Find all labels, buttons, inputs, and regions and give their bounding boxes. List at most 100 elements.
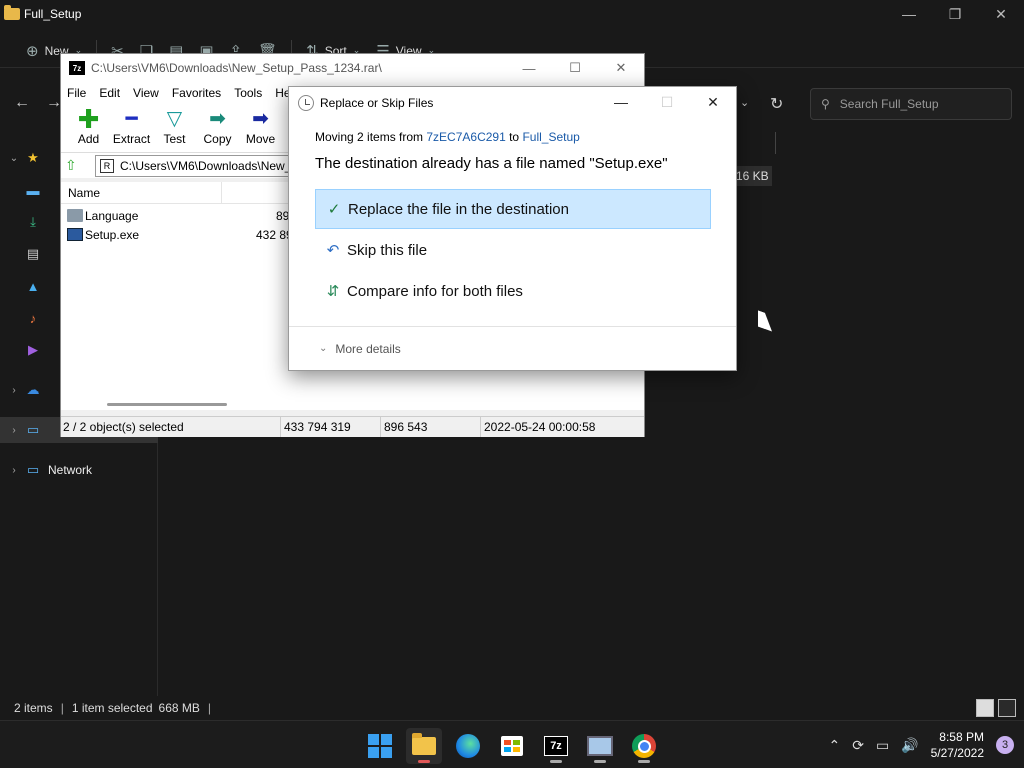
sevenzip-statusbar: 2 / 2 object(s) selected 433 794 319 896… — [61, 416, 644, 437]
sevenzip-app-icon: 7z — [544, 736, 568, 756]
folder-icon — [4, 5, 20, 20]
skip-file-option[interactable]: ↶ Skip this file — [315, 230, 711, 270]
folder-icon — [412, 733, 436, 755]
store-icon — [501, 736, 523, 756]
file-size-cell: 16 KB — [736, 166, 772, 186]
tiles-view-button[interactable] — [998, 699, 1016, 717]
replace-or-skip-dialog: Replace or Skip Files — ☐ ✕ Moving 2 ite… — [288, 86, 737, 371]
menu-tools[interactable]: Tools — [234, 86, 262, 100]
test-button[interactable]: ▽ Test — [153, 104, 196, 146]
taskbar-7zip[interactable]: 7z — [538, 728, 574, 764]
replace-file-option[interactable]: ✓ Replace the file in the destination — [315, 189, 711, 229]
close-button[interactable]: ✕ — [598, 54, 644, 82]
download-icon: ⤓ — [30, 214, 36, 229]
close-button[interactable]: ✕ — [690, 87, 736, 117]
sidebar-item-network[interactable]: › ▭ Network — [0, 457, 158, 483]
conflict-heading: The destination already has a file named… — [315, 155, 668, 172]
taskbar-store[interactable] — [494, 728, 530, 764]
details-view-button[interactable] — [976, 699, 994, 717]
maximize-button[interactable]: ☐ — [552, 54, 598, 82]
moving-summary: Moving 2 items from 7zEC7A6C291 to Full_… — [315, 130, 580, 144]
computer-icon: ▭ — [26, 422, 40, 437]
start-button[interactable] — [362, 728, 398, 764]
move-button[interactable]: ➡ Move — [239, 104, 282, 146]
restore-button[interactable]: ❐ — [932, 0, 978, 28]
running-indicator — [594, 760, 606, 763]
minimize-button[interactable]: — — [506, 54, 552, 82]
music-icon: ♪ — [29, 310, 37, 326]
taskbar-monitor[interactable] — [582, 728, 618, 764]
move-arrow-icon: ➡ — [252, 108, 269, 130]
path-text: C:\Users\VM6\Downloads\New_ — [120, 158, 292, 173]
clock-icon — [298, 95, 314, 111]
desktop-icon: ▬ — [26, 182, 40, 198]
volume-icon[interactable]: 🔊 — [901, 737, 918, 754]
close-button[interactable]: ✕ — [978, 0, 1024, 28]
edge-browser-icon — [456, 734, 480, 758]
taskbar-chrome[interactable] — [626, 728, 662, 764]
menu-favorites[interactable]: Favorites — [172, 86, 221, 100]
chrome-browser-icon — [632, 734, 656, 758]
skip-arrow-icon: ↶ — [326, 242, 340, 259]
menu-view[interactable]: View — [133, 86, 159, 100]
compare-icon: ⇵ — [326, 283, 340, 300]
chevron-down-icon: ⌄ — [319, 343, 328, 354]
status-selection: 2 / 2 object(s) selected — [61, 417, 281, 437]
video-icon: ▶ — [28, 342, 38, 357]
extract-button[interactable]: ━ Extract — [110, 104, 153, 146]
resource-monitor-icon — [587, 736, 613, 756]
clock-date: 5/27/2022 — [930, 746, 984, 760]
maximize-button: ☐ — [660, 93, 674, 110]
sync-icon[interactable]: ⟳ — [852, 737, 864, 754]
destination-folder-link[interactable]: Full_Setup — [522, 130, 579, 144]
add-button[interactable]: ✚ Add — [67, 104, 110, 146]
windows-logo-icon — [368, 734, 392, 758]
taskbar: 7z ⌃ ⟳ ▭ 🔊 8:58 PM 5/27/2022 3 — [0, 720, 1024, 768]
taskbar-file-explorer[interactable] — [406, 728, 442, 764]
network-icon: ▭ — [26, 462, 40, 477]
search-input[interactable]: ⚲ Search Full_Setup — [810, 88, 1012, 120]
column-divider — [775, 132, 776, 154]
document-icon: ▤ — [26, 246, 40, 261]
status-packed: 896 543 — [381, 417, 481, 437]
active-indicator — [418, 760, 430, 763]
item-count: 2 items — [14, 701, 53, 715]
dialog-title: Replace or Skip Files — [320, 96, 434, 110]
chevron-down-icon: ⌄ — [9, 152, 19, 164]
list-item-name: Language — [85, 208, 139, 223]
back-button[interactable]: ← — [14, 94, 30, 112]
selected-count: 1 item selected — [71, 701, 153, 715]
folder-icon — [67, 209, 83, 222]
address-history-button[interactable]: ⌄ — [740, 96, 749, 109]
selected-size: 668 MB — [158, 701, 200, 715]
pictures-icon: ▲ — [26, 278, 40, 294]
minimize-button[interactable]: — — [598, 87, 644, 117]
copy-button[interactable]: ➡ Copy — [196, 104, 239, 146]
system-tray: ⌃ ⟳ ▭ 🔊 8:58 PM 5/27/2022 3 — [828, 721, 1024, 768]
minimize-button[interactable]: — — [886, 0, 932, 28]
notification-badge[interactable]: 3 — [996, 736, 1014, 754]
menu-edit[interactable]: Edit — [99, 86, 120, 100]
copy-arrow-icon: ➡ — [209, 108, 226, 130]
sevenzip-logo-icon: 7z — [69, 61, 85, 75]
clock-time: 8:58 PM — [939, 730, 984, 744]
network-icon[interactable]: ▭ — [876, 737, 889, 754]
check-icon: ▽ — [166, 108, 183, 130]
more-details-toggle[interactable]: ⌄ More details — [289, 326, 736, 370]
menu-file[interactable]: File — [67, 86, 86, 100]
status-date: 2022-05-24 00:00:58 — [484, 420, 596, 434]
compare-files-option[interactable]: ⇵ Compare info for both files — [315, 271, 711, 311]
archive-icon: R — [100, 158, 114, 173]
exe-file-icon — [67, 228, 83, 241]
folder-up-icon[interactable]: ⇧ — [65, 157, 83, 174]
sevenzip-titlebar: 7z C:\Users\VM6\Downloads\New_Setup_Pass… — [61, 54, 644, 82]
refresh-button[interactable]: ↻ — [770, 94, 783, 114]
list-item-name: Setup.exe — [85, 227, 140, 242]
clock[interactable]: 8:58 PM 5/27/2022 — [931, 729, 984, 761]
chevron-up-icon[interactable]: ⌃ — [828, 737, 840, 754]
source-folder-link[interactable]: 7zEC7A6C291 — [426, 130, 505, 144]
plus-circle-icon: ⊕ — [26, 42, 39, 60]
dialog-titlebar: Replace or Skip Files — ☐ ✕ — [289, 87, 736, 119]
horizontal-scrollbar[interactable] — [107, 403, 227, 406]
taskbar-edge[interactable] — [450, 728, 486, 764]
